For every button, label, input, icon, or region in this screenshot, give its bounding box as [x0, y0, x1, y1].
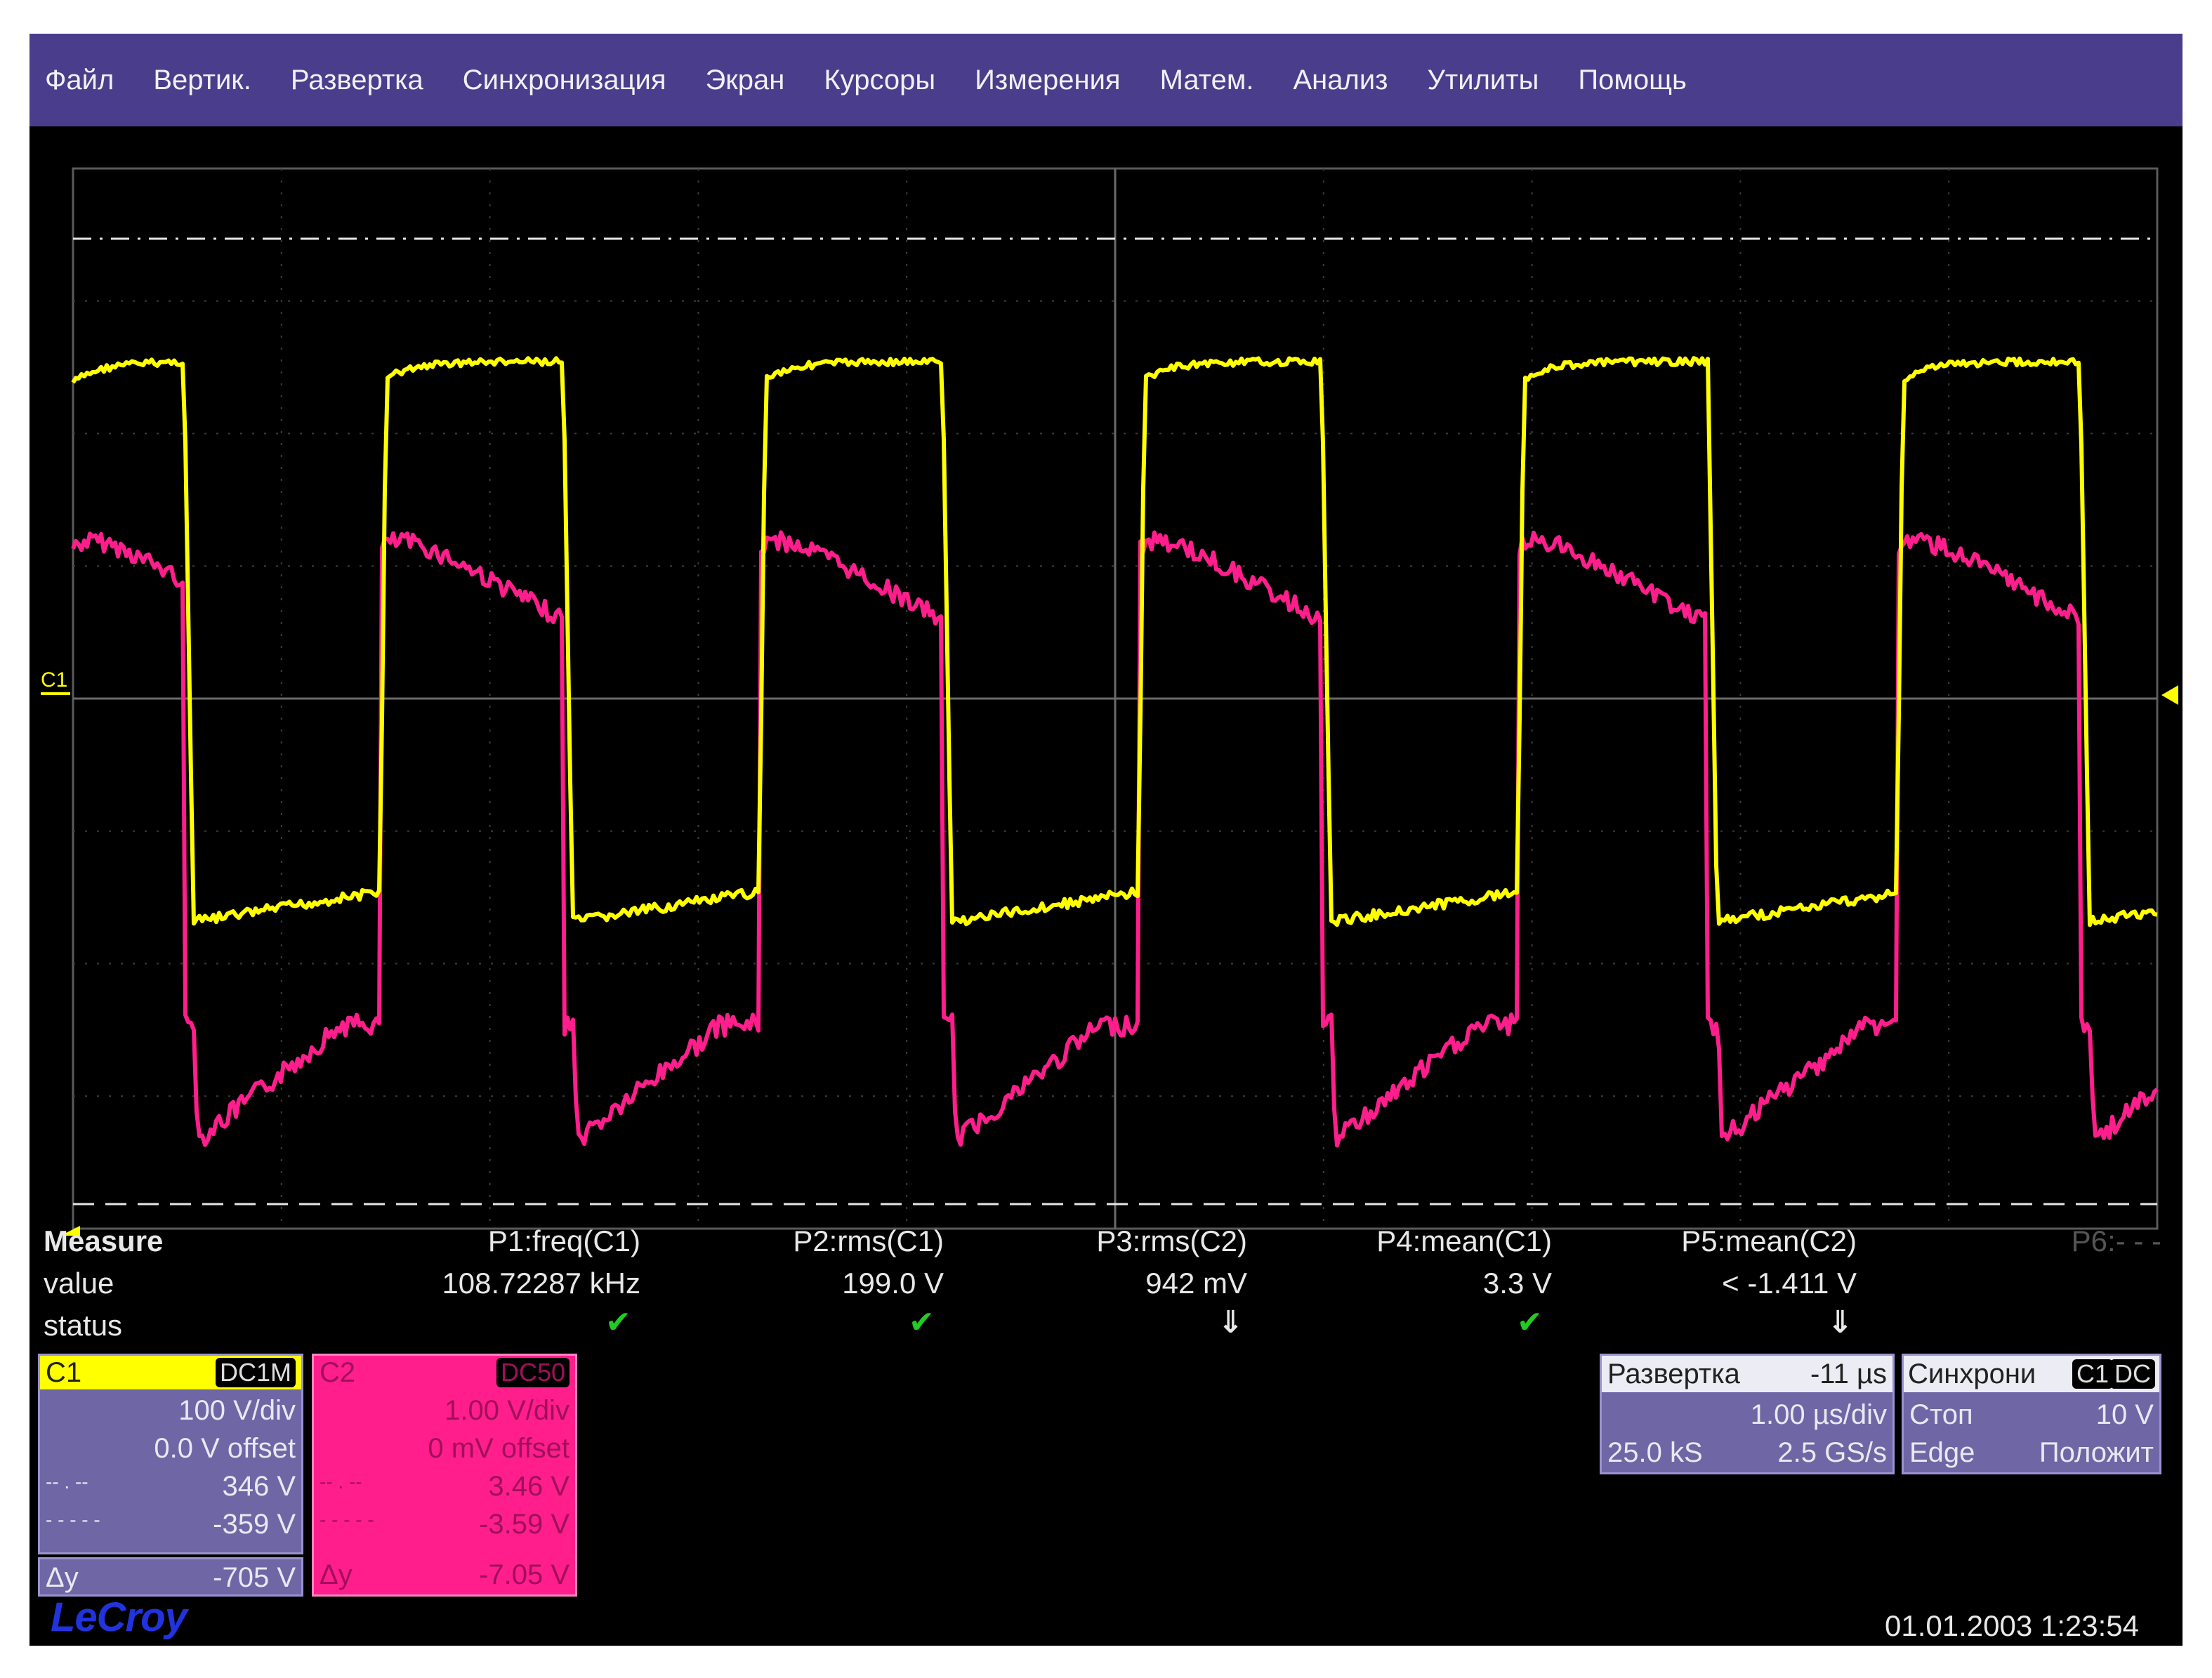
param-p4-name[interactable]: P4:mean(C1): [1376, 1224, 1552, 1258]
param-p5-value: < -1.411 V: [1722, 1267, 1857, 1300]
channel1-name: C1: [46, 1357, 82, 1388]
channel1-ground-marker[interactable]: C1: [41, 668, 67, 692]
timebase-rate: 2.5 GS/s: [1777, 1437, 1887, 1468]
channel1-cursor2: -359 V: [213, 1509, 296, 1540]
channel1-delta-label: Δy: [46, 1562, 79, 1593]
param-p3-value: 942 mV: [1145, 1267, 1247, 1300]
trigger-panel[interactable]: Синхрони C1 DC Стоп 10 V Edge Положит: [1902, 1354, 2161, 1474]
menu-utilities[interactable]: Утилиты: [1428, 65, 1539, 96]
menu-vertical[interactable]: Вертик.: [153, 65, 251, 96]
timebase-panel[interactable]: Развертка -11 µs 1.00 µs/div 25.0 kS 2.5…: [1600, 1354, 1895, 1474]
menu-bar: Файл Вертик. Развертка Синхронизация Экр…: [29, 34, 2183, 126]
param-p1-name[interactable]: P1:freq(C1): [488, 1224, 640, 1258]
p3-status-arrow-icon: ⇓: [1218, 1305, 1244, 1340]
waveform-display[interactable]: C1: [29, 126, 2183, 1236]
channel1-cursor1-label: -- . --: [46, 1471, 88, 1493]
timebase-samples: 25.0 kS: [1607, 1437, 1703, 1468]
menu-trigger[interactable]: Синхронизация: [463, 65, 666, 96]
channel1-delta: -705 V: [213, 1562, 296, 1593]
param-p4-value: 3.3 V: [1482, 1267, 1552, 1300]
menu-help[interactable]: Помощь: [1578, 65, 1687, 96]
channel2-offset: 0 mV offset: [428, 1433, 570, 1464]
channel2-scale: 1.00 V/div: [445, 1395, 570, 1426]
param-p2-name[interactable]: P2:rms(C1): [793, 1224, 944, 1258]
menu-timebase[interactable]: Развертка: [291, 65, 423, 96]
channel1-offset: 0.0 V offset: [154, 1433, 296, 1464]
trigger-level-marker[interactable]: [2161, 685, 2178, 705]
trigger-source[interactable]: C1: [2072, 1359, 2113, 1389]
channel2-cursor1: 3.46 V: [488, 1471, 570, 1502]
p4-status-check-icon: ✔: [1517, 1305, 1543, 1340]
timestamp: 01.01.2003 1:23:54: [1884, 1609, 2139, 1642]
graticule: [72, 167, 2159, 1230]
channel2-panel[interactable]: C2 DC50 1.00 V/div 0 mV offset -- . -- 3…: [312, 1354, 577, 1597]
timebase-delay: -11 µs: [1810, 1359, 1887, 1389]
channel1-cursor2-label: - - - - -: [46, 1509, 100, 1531]
timebase-scale: 1.00 µs/div: [1750, 1399, 1887, 1430]
lecroy-logo: LeCroy: [51, 1594, 187, 1640]
channel2-delta: -7.05 V: [479, 1559, 570, 1590]
menu-file[interactable]: Файл: [45, 65, 114, 96]
oscilloscope-screen: Файл Вертик. Развертка Синхронизация Экр…: [29, 34, 2183, 1646]
timebase-title: Развертка: [1607, 1359, 1740, 1389]
trigger-type: Edge: [1909, 1437, 1975, 1468]
channel1-panel[interactable]: C1 DC1M 100 V/div 0.0 V offset -- . -- 3…: [38, 1354, 303, 1554]
menu-cursors[interactable]: Курсоры: [824, 65, 935, 96]
channel2-cursor2-label: - - - - -: [320, 1509, 374, 1531]
menu-display[interactable]: Экран: [706, 65, 785, 96]
channel1-cursor1: 346 V: [222, 1471, 296, 1502]
channel1-scale: 100 V/div: [178, 1395, 296, 1426]
menu-analysis[interactable]: Анализ: [1293, 65, 1388, 96]
measure-row-status: status: [44, 1309, 123, 1342]
trigger-title: Синхрони: [1908, 1359, 2036, 1389]
channel2-cursor2: -3.59 V: [479, 1509, 570, 1540]
channel2-coupling[interactable]: DC50: [496, 1358, 570, 1387]
p5-status-arrow-icon: ⇓: [1827, 1305, 1853, 1340]
trigger-slope: Положит: [2039, 1437, 2154, 1468]
measure-title: Measure: [44, 1224, 164, 1257]
p2-status-check-icon: ✔: [909, 1305, 935, 1340]
param-p6-name[interactable]: P6:- - -: [2072, 1224, 2161, 1258]
menu-measure[interactable]: Измерения: [975, 65, 1120, 96]
param-p1-value: 108.72287 kHz: [442, 1267, 640, 1300]
channel2-delta-label: Δy: [320, 1559, 353, 1590]
param-p3-name[interactable]: P3:rms(C2): [1096, 1224, 1247, 1258]
channel1-delta-row: Δy -705 V: [38, 1557, 303, 1597]
channel1-coupling[interactable]: DC1M: [215, 1358, 296, 1387]
param-p2-value: 199.0 V: [842, 1267, 944, 1300]
trigger-coupling[interactable]: DC: [2110, 1359, 2155, 1389]
measure-row-value: value: [44, 1267, 114, 1300]
menu-math[interactable]: Матем.: [1160, 65, 1254, 96]
trigger-level: 10 V: [2095, 1399, 2154, 1430]
channel2-name: C2: [320, 1357, 356, 1388]
trigger-mode: Стоп: [1909, 1399, 1973, 1430]
channel2-cursor1-label: -- . --: [320, 1471, 362, 1493]
param-p5-name[interactable]: P5:mean(C2): [1681, 1224, 1857, 1258]
p1-status-check-icon: ✔: [605, 1305, 631, 1340]
